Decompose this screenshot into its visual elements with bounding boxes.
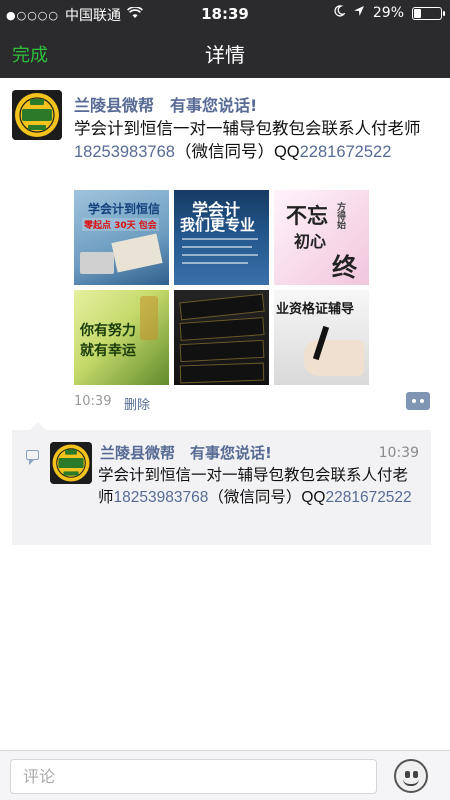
post-author-name[interactable]: 兰陵县微帮 有事您说话!	[74, 92, 257, 116]
image-caption: 方得始	[335, 202, 345, 229]
moon-icon	[333, 5, 346, 21]
image-decoration	[182, 238, 258, 240]
post-text-middle: （微信同号）QQ	[174, 143, 300, 161]
comment-author-name[interactable]: 兰陵县微帮 有事您说话!	[100, 442, 272, 463]
brand-logo-icon	[50, 442, 92, 484]
post-image-2[interactable]: 学会计 我们更专业	[174, 190, 269, 285]
image-caption: 终	[332, 253, 358, 282]
post-text: 学会计到恒信一对一辅导包教包会联系人付老师 18253983768（微信同号）QQ…	[74, 118, 436, 164]
comment-qq-link[interactable]: 2281672522	[325, 489, 411, 506]
done-button[interactable]: 完成	[12, 41, 48, 67]
more-actions-button[interactable]	[406, 392, 430, 410]
status-bar: ●○○○○ 中国联通 18:39 29%	[0, 0, 450, 28]
battery-icon	[412, 6, 445, 20]
comment-text-middle: （微信同号）QQ	[208, 489, 326, 506]
post-qq-link[interactable]: 2281672522	[300, 143, 392, 161]
image-decoration	[80, 252, 114, 274]
nav-bar: 完成 详情	[0, 28, 450, 78]
comment-input-bar	[0, 750, 450, 800]
post-text-main: 学会计到恒信一对一辅导包教包会联系人付老师	[74, 120, 421, 138]
battery-fill	[414, 8, 422, 18]
location-arrow-icon	[353, 5, 365, 21]
image-decoration	[182, 254, 258, 256]
post-image-grid: 学会计到恒信 零起点 30天 包会 学会计 我们更专业 不忘 初心 方得始 终 …	[74, 190, 370, 385]
comment-time: 10:39	[378, 445, 419, 461]
post-phone-link[interactable]: 18253983768	[74, 143, 175, 161]
image-caption: 业资格证辅导	[276, 302, 355, 317]
status-right: 29%	[333, 5, 445, 21]
more-dot-icon	[412, 399, 416, 403]
wifi-icon	[127, 6, 143, 23]
emoji-button[interactable]	[394, 759, 428, 793]
battery-percent: 29%	[372, 5, 404, 21]
carrier-label: 中国联通	[65, 8, 121, 24]
comment-input[interactable]	[10, 759, 377, 794]
comment-bubble-icon	[26, 450, 39, 465]
post-image-5[interactable]	[174, 290, 269, 385]
more-dot-icon	[420, 399, 424, 403]
image-caption: 不忘	[286, 203, 328, 228]
image-decoration	[140, 296, 158, 340]
image-decoration	[111, 233, 163, 273]
status-left: ●○○○○ 中国联通	[6, 5, 143, 25]
comment-phone-link[interactable]: 18253983768	[114, 489, 209, 506]
post-image-4[interactable]: 你有努力 就有幸运	[74, 290, 169, 385]
image-caption: 初心	[294, 232, 327, 251]
image-caption: 零起点 30天 包会	[82, 218, 159, 231]
image-decoration	[179, 293, 265, 321]
image-caption: 我们更专业	[180, 216, 256, 234]
image-decoration	[179, 339, 265, 363]
emoji-eye-icon	[413, 771, 418, 778]
post-author-avatar[interactable]	[12, 90, 62, 140]
image-decoration	[182, 246, 252, 248]
image-decoration	[179, 317, 265, 341]
image-caption: 就有幸运	[80, 343, 136, 359]
signal-strength-icon: ●○○○○	[6, 8, 59, 22]
image-caption: 学会计到恒信	[88, 202, 161, 216]
post-time: 10:39	[74, 394, 112, 409]
post-image-6[interactable]: 业资格证辅导	[274, 290, 369, 385]
emoji-eye-icon	[405, 771, 410, 778]
post-image-3[interactable]: 不忘 初心 方得始 终	[274, 190, 369, 285]
image-decoration	[182, 262, 248, 264]
image-caption: 你有努力	[80, 323, 136, 339]
page-title: 详情	[205, 43, 245, 67]
emoji-mouth-icon	[403, 779, 419, 786]
comment-text[interactable]: 学会计到恒信一对一辅导包教包会联系人付老师18253983768（微信同号）QQ…	[98, 465, 418, 509]
delete-button[interactable]: 删除	[124, 394, 150, 413]
comments-section: 兰陵县微帮 有事您说话! 10:39 学会计到恒信一对一辅导包教包会联系人付老师…	[12, 422, 431, 545]
comment-author-avatar[interactable]	[50, 442, 92, 484]
image-decoration	[179, 362, 265, 384]
brand-logo-icon	[12, 90, 62, 140]
post-image-1[interactable]: 学会计到恒信 零起点 30天 包会	[74, 190, 169, 285]
